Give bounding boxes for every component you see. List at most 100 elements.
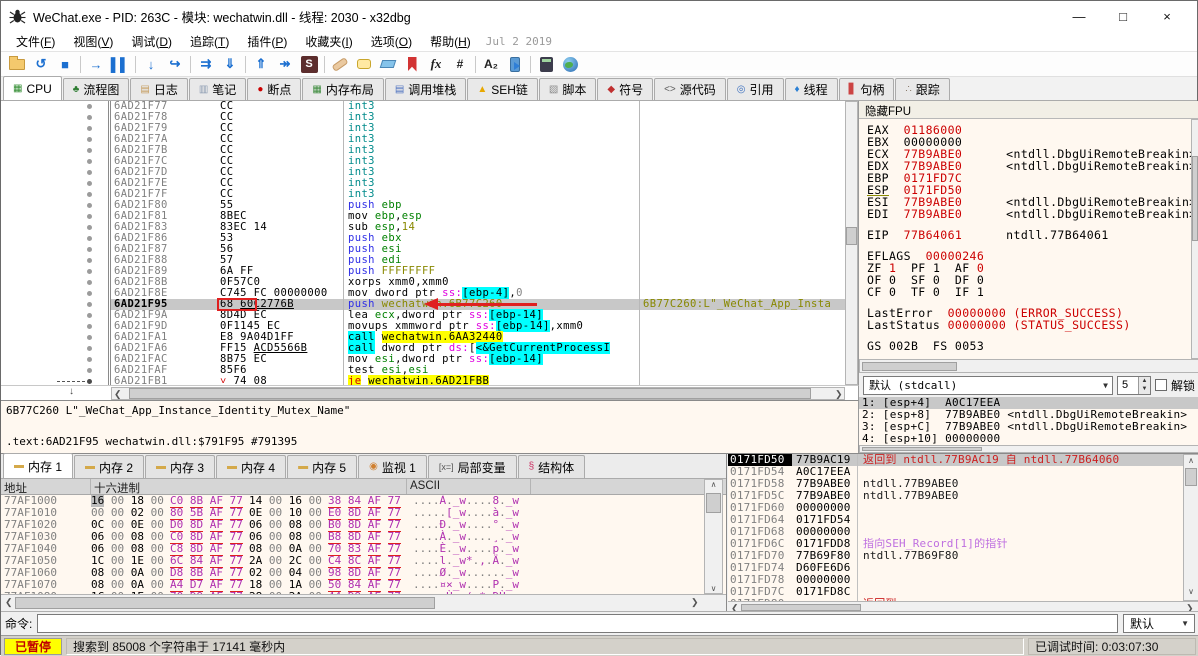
tab-cpu[interactable]: ▦ CPU [3,76,62,100]
tab-graph[interactable]: ♣ 流程图 [62,78,130,100]
tab-struct[interactable]: § 结构体 [517,455,586,478]
step-out-icon[interactable]: ⇑ [249,53,273,75]
disasm-row[interactable]: 6AD21FB1 ˅ 74 08 je wechatwin.6AD21FBB [1,375,858,385]
dump-rows[interactable]: 77AF1000 16 00 18 00 C0 8B AF 77 14 00 16 0… [1,495,704,594]
tab-log[interactable]: ▤ 日志 [130,78,188,100]
functions-icon[interactable]: fx [424,53,448,75]
register-line[interactable]: EIP 77B64061 ntdll.77B64061 [867,229,1191,241]
watch-icon: ◉ [369,461,378,472]
column-ascii[interactable]: ASCII [407,479,531,494]
register-line[interactable]: CF 0 TF 0 IF 1 [867,286,1191,298]
scroll-right-icon[interactable]: ❯ [835,389,843,400]
scroll-up-icon[interactable]: ∧ [1183,457,1198,465]
pause-icon[interactable]: ▌▌ [108,53,132,75]
menu-v[interactable]: 视图(V) [64,33,122,51]
tab-dump-3[interactable]: ▬ 内存 3 [145,455,216,478]
maximize-button[interactable]: □ [1101,2,1145,30]
registers-hscrollbar[interactable] [859,359,1198,373]
stack-rows[interactable]: 0171FD50 77B9AC19 返回到 ntdll.77B9AC19 自 ntd… [728,454,1183,601]
ascii-table-icon[interactable]: A₂ [479,53,503,75]
tab-locals[interactable]: [x=] 局部变量 [427,455,517,478]
tab-script[interactable]: ▧ 脚本 [538,78,597,100]
tab-script-icon: ▧ [548,83,559,95]
tab-seh[interactable]: ▲ SEH链 [467,78,538,100]
tab-references[interactable]: ◎ 引用 [726,78,784,100]
scroll-left-icon[interactable]: ❮ [114,389,122,400]
spin-up-icon[interactable]: ▲ [1138,376,1150,385]
menu-i[interactable]: 收藏夹(I) [296,33,361,51]
labels-icon[interactable] [376,53,400,75]
tab-symbols[interactable]: ◆ 符号 [597,78,654,100]
menu-o[interactable]: 选项(O) [362,33,421,51]
app-icon-bug [9,9,26,23]
notify-icon[interactable] [503,53,527,75]
close-button[interactable]: × [1145,2,1189,30]
menu-f[interactable]: 文件(F) [7,33,64,51]
run-to-user-code-icon[interactable]: ↠ [273,53,297,75]
tab-notes[interactable]: ▥ 笔记 [188,78,247,100]
tab-source[interactable]: <> 源代码 [654,78,726,100]
tab-watch-1[interactable]: ◉ 监视 1 [358,455,427,478]
bookmarks-icon[interactable] [400,53,424,75]
stack-row[interactable]: 0171FD7C 0171FD8C [728,586,1183,598]
hash-icon[interactable]: # [448,53,472,75]
column-address[interactable]: 地址 [1,479,91,495]
call-arg-row[interactable]: 4: [esp+10] 00000000 [859,433,1198,445]
run-to-selection-icon[interactable]: ⇉ [194,53,218,75]
register-line[interactable]: GS 002B FS 0053 [867,340,1191,352]
ram-icon: ▬ [156,461,167,472]
unlock-checkbox[interactable] [1154,379,1167,391]
restart-icon[interactable]: ↺ [29,53,53,75]
tab-dump-5[interactable]: ▬ 内存 5 [287,455,358,478]
hide-fpu-button[interactable]: 隐藏FPU [859,101,1198,119]
menu-t[interactable]: 追踪(T) [181,33,238,51]
arg-count-stepper[interactable]: 5 ▲ ▼ [1116,375,1151,395]
scroll-up-icon[interactable]: ∧ [704,481,723,489]
column-hex[interactable]: 十六进制 [91,479,407,495]
tab-dump-4[interactable]: ▬ 内存 4 [216,455,287,478]
register-line[interactable]: LastStatus 00000000 (STATUS_SUCCESS) [867,319,1191,331]
patches-icon[interactable] [328,53,352,75]
command-input[interactable] [37,614,1118,633]
struct-icon: § [528,461,535,472]
registers-list[interactable]: EAX 01186000 EBX 00000000 ECX 77B9ABE0 <nt… [859,119,1191,359]
disasm-hscrollbar[interactable]: ↓ ❮ ❯ [1,385,859,400]
calculator-icon[interactable] [534,53,558,75]
step-over-icon[interactable]: ↪ [163,53,187,75]
scroll-right-icon[interactable]: ❯ [691,597,699,608]
comments-icon[interactable] [352,53,376,75]
tab-trace[interactable]: ∴ 跟踪 [895,78,950,100]
scroll-down-icon[interactable]: ∨ [1183,588,1198,596]
scroll-left-icon[interactable]: ❮ [5,597,13,608]
chevron-down-icon: ▼ [1103,380,1108,390]
disassembly-view[interactable]: 6AD21F77 CC int3 6AD21F78 CC int3 6AD21F79 CC in… [1,101,859,385]
dump-hscrollbar[interactable]: ❮ ❯ [1,594,726,611]
memory-globe-icon[interactable] [558,53,582,75]
menu-p[interactable]: 插件(P) [238,33,296,51]
tab-threads[interactable]: ♦ 线程 [784,78,838,100]
tab-handles[interactable]: ▋ 句柄 [838,78,895,100]
run-icon[interactable]: → [84,53,108,75]
tab-call-stack[interactable]: ▤ 调用堆栈 [384,78,467,100]
command-script-select[interactable]: 默认 ▼ [1123,614,1195,633]
minimize-button[interactable]: — [1057,2,1101,30]
tab-breakpoints-icon: ● [257,83,264,95]
tab-dump-2[interactable]: ▬ 内存 2 [74,455,145,478]
tab-memory-map[interactable]: ▦ 内存布局 [302,78,384,100]
tab-dump-1[interactable]: ▬ 内存 1 [3,453,74,478]
spin-down-icon[interactable]: ▼ [1138,385,1150,394]
open-file-icon[interactable] [5,53,29,75]
args-hscrollbar[interactable] [859,445,1198,453]
tab-breakpoints[interactable]: ● 断点 [247,78,302,100]
call-arguments-list[interactable]: 1: [esp+4] A0C17EEA 2: [esp+8] 77B9ABE0 <… [859,397,1198,445]
calling-convention-select[interactable]: 默认 (stdcall) ▼ [863,375,1113,395]
tab-call-stack-icon: ▤ [394,83,405,95]
scylla-icon[interactable]: S [297,53,321,75]
scroll-down-icon[interactable]: ∨ [704,585,723,593]
menu-d[interactable]: 调试(D) [122,33,181,51]
stop-icon[interactable]: ■ [53,53,77,75]
menu-h[interactable]: 帮助(H) [421,33,480,51]
step-into-icon[interactable]: ↓ [139,53,163,75]
register-line[interactable]: EDI 77B9ABE0 <ntdll.DbgUiRemoteBreakin> [867,208,1191,220]
execute-till-return-icon[interactable]: ⇓ [218,53,242,75]
